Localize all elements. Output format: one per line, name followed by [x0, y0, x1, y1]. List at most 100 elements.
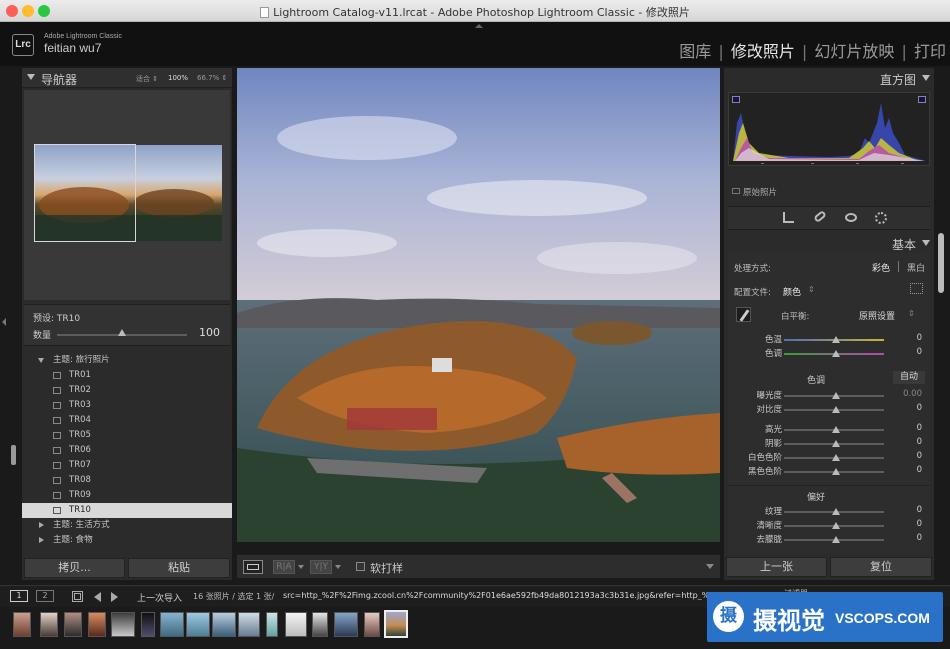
shadows-slider-thumb[interactable] [832, 440, 840, 447]
exposure-row[interactable]: 曝光度 0.00 [728, 389, 930, 402]
red-eye-icon[interactable] [845, 213, 857, 222]
amount-slider-thumb[interactable] [118, 329, 126, 336]
module-library[interactable]: 图库 [679, 42, 711, 61]
screen-1-button[interactable]: 1 [10, 590, 28, 602]
blacks-row[interactable]: 黑色色阶 0 [728, 465, 930, 478]
filmstrip-thumbnail[interactable] [13, 612, 31, 637]
temp-row[interactable]: 色温 0 [728, 333, 930, 346]
dehaze-slider-thumb[interactable] [832, 536, 840, 543]
top-panel-toggle-icon[interactable] [475, 24, 483, 28]
amount-value[interactable]: 100 [199, 326, 220, 339]
preset-item[interactable]: TR03 [22, 398, 232, 413]
whites-row[interactable]: 白色色阶 0 [728, 451, 930, 464]
basic-header[interactable]: 基本 [724, 234, 934, 252]
shadow-clipping-indicator[interactable] [732, 96, 740, 103]
preset-item[interactable]: TR06 [22, 443, 232, 458]
zoom-fit-option[interactable]: 适合 ⇕ [136, 74, 158, 84]
temp-value[interactable]: 0 [917, 333, 922, 343]
collapse-triangle-icon[interactable] [922, 240, 930, 246]
filmstrip-thumbnail[interactable] [160, 612, 184, 637]
filmstrip-source[interactable]: 上一次导入 [137, 591, 182, 604]
photo-canvas[interactable] [237, 68, 720, 542]
filmstrip-thumbnail[interactable] [212, 612, 236, 637]
filmstrip-thumbnail[interactable] [238, 612, 260, 637]
collapse-triangle-icon[interactable] [27, 74, 35, 80]
preset-item[interactable]: TR02 [22, 383, 232, 398]
preset-item[interactable]: TR07 [22, 458, 232, 473]
clarity-slider-thumb[interactable] [832, 522, 840, 529]
zoom-100-option[interactable]: 100% [168, 74, 188, 82]
module-slideshow[interactable]: 幻灯片放映 [814, 42, 894, 61]
paste-settings-button[interactable]: 粘贴 [128, 558, 230, 578]
texture-slider-thumb[interactable] [832, 508, 840, 515]
loupe-view-button[interactable] [243, 560, 263, 574]
whites-slider-track[interactable] [784, 454, 884, 461]
filmstrip-thumbnail[interactable] [88, 612, 106, 637]
filmstrip-thumbnail[interactable] [111, 612, 135, 637]
filmstrip-thumbnail[interactable] [364, 612, 380, 637]
navigator-header[interactable]: 导航器 适合 ⇕ 100% 66.7% ⇕ [22, 68, 232, 88]
profile-browser-icon[interactable] [910, 283, 923, 294]
white-balance-selector-icon[interactable] [736, 307, 751, 322]
compare-view-button[interactable]: Y|Y [310, 560, 332, 574]
treatment-bw-option[interactable]: 黑白 [907, 261, 925, 274]
contrast-slider-thumb[interactable] [832, 406, 840, 413]
screen-2-button[interactable]: 2 [36, 590, 54, 602]
preset-item[interactable]: TR09 [22, 488, 232, 503]
spot-removal-icon[interactable] [813, 209, 827, 224]
before-after-button[interactable]: R|A [273, 560, 295, 574]
preset-group-life[interactable]: 主题: 生活方式 [22, 518, 232, 533]
exposure-value[interactable]: 0.00 [903, 389, 922, 399]
crop-tool-icon[interactable] [783, 212, 794, 223]
original-photo-toggle[interactable]: 原始照片 [732, 186, 852, 198]
highlight-clipping-indicator[interactable] [918, 96, 926, 103]
dehaze-slider-track[interactable] [784, 536, 884, 543]
module-develop[interactable]: 修改照片 [731, 42, 795, 61]
histogram-header[interactable]: 直方图 [724, 68, 934, 88]
expand-triangle-icon[interactable] [38, 358, 44, 363]
tint-slider-track[interactable] [784, 350, 884, 357]
tint-slider-thumb[interactable] [832, 350, 840, 357]
navigator-preview[interactable] [24, 90, 230, 300]
whites-value[interactable]: 0 [917, 451, 922, 461]
exposure-slider-track[interactable] [784, 392, 884, 399]
highlights-slider-track[interactable] [784, 426, 884, 433]
temp-slider-thumb[interactable] [832, 336, 840, 343]
clarity-value[interactable]: 0 [917, 519, 922, 529]
filmstrip-thumbnail[interactable] [285, 612, 307, 637]
highlights-slider-thumb[interactable] [832, 426, 840, 433]
blacks-slider-thumb[interactable] [832, 468, 840, 475]
original-photo-checkbox[interactable] [732, 188, 740, 194]
dehaze-value[interactable]: 0 [917, 533, 922, 543]
masking-icon[interactable] [875, 212, 887, 224]
copy-settings-button[interactable]: 拷贝... [24, 558, 125, 578]
treatment-color-option[interactable]: 彩色 [872, 261, 890, 274]
forward-arrow-icon[interactable] [111, 592, 118, 602]
preset-item[interactable]: TR08 [22, 473, 232, 488]
whites-slider-thumb[interactable] [832, 454, 840, 461]
collapse-triangle-icon[interactable] [922, 75, 930, 81]
preset-item[interactable]: TR04 [22, 413, 232, 428]
filmstrip-thumbnail[interactable] [266, 612, 278, 637]
expand-triangle-icon[interactable] [39, 522, 44, 528]
previous-button[interactable]: 上一张 [726, 557, 827, 577]
filmstrip-thumbnail[interactable] [334, 612, 358, 637]
texture-row[interactable]: 纹理 0 [728, 505, 930, 518]
texture-value[interactable]: 0 [917, 505, 922, 515]
shadows-row[interactable]: 阴影 0 [728, 437, 930, 450]
grid-view-icon[interactable] [72, 591, 83, 602]
tint-value[interactable]: 0 [917, 347, 922, 357]
filmstrip-thumbnail[interactable] [312, 612, 328, 637]
exposure-slider-thumb[interactable] [832, 392, 840, 399]
texture-slider-track[interactable] [784, 508, 884, 515]
soft-proof-checkbox[interactable] [356, 562, 365, 571]
filmstrip-thumbnail[interactable] [40, 612, 58, 637]
shadows-slider-track[interactable] [784, 440, 884, 447]
module-print[interactable]: 打印 [914, 42, 946, 61]
dehaze-row[interactable]: 去朦胧 0 [728, 533, 930, 546]
profile-value[interactable]: 颜色 [783, 285, 801, 298]
expand-triangle-icon[interactable] [39, 537, 44, 543]
right-scrollbar[interactable] [938, 233, 944, 293]
reset-button[interactable]: 复位 [830, 557, 932, 577]
compare-dropdown-icon[interactable] [335, 565, 341, 569]
